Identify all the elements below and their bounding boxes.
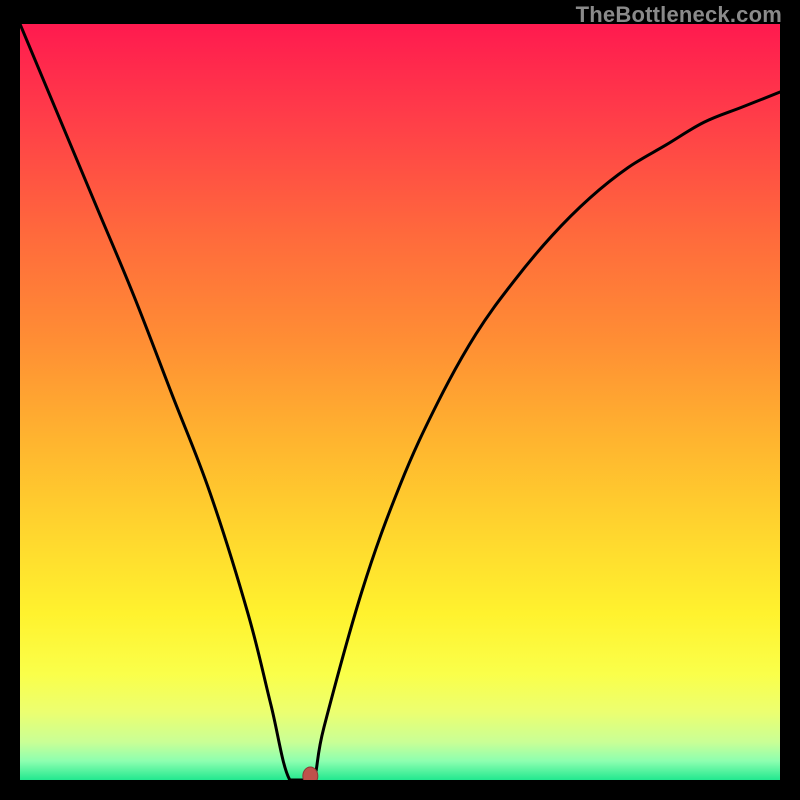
dot-layer	[20, 24, 780, 780]
minimum-marker-dot	[303, 767, 318, 780]
plot-area	[20, 24, 780, 780]
chart-container: TheBottleneck.com	[0, 0, 800, 800]
